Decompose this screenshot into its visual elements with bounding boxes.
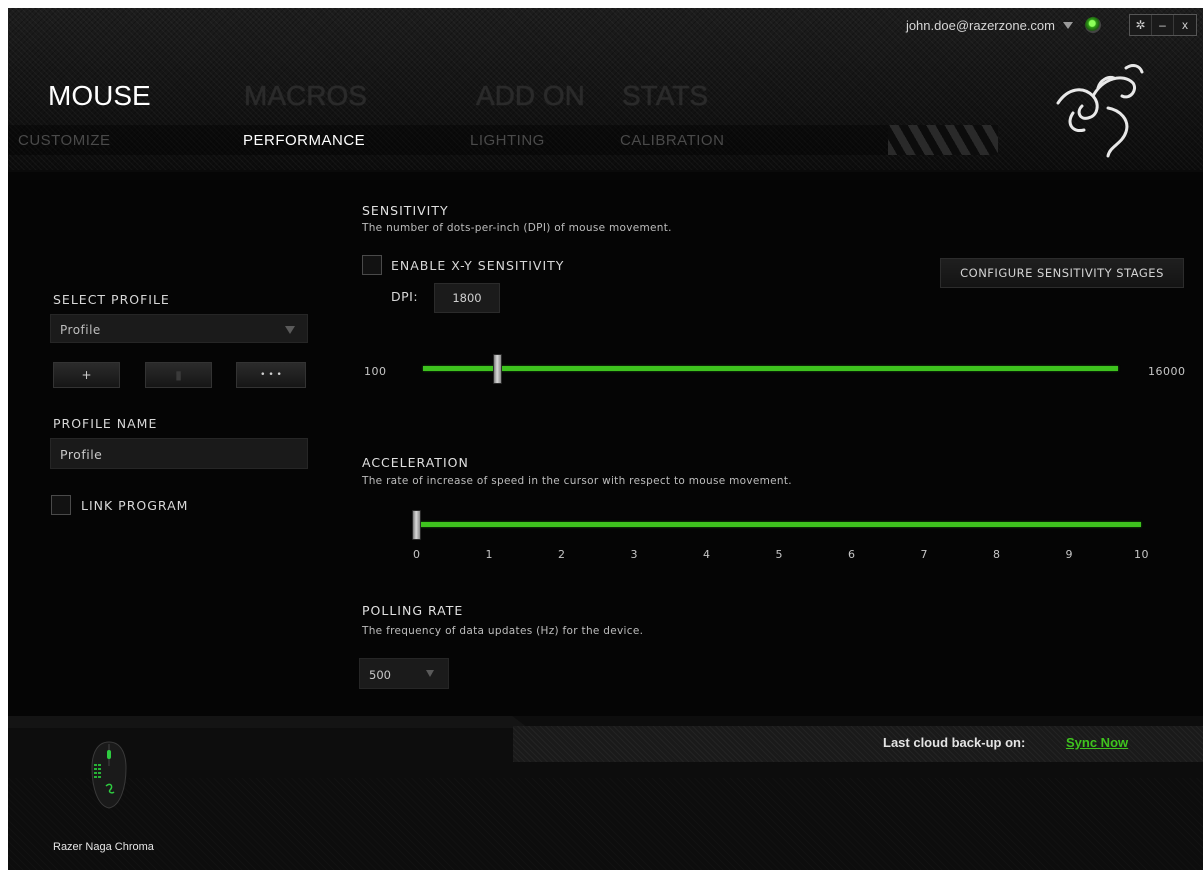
subtab-calibration[interactable]: CALIBRATION (620, 132, 724, 149)
delete-profile-button[interactable]: ▮ (145, 362, 212, 388)
sensitivity-slider-track[interactable] (423, 366, 1118, 371)
sync-now-link[interactable]: Sync Now (1066, 735, 1128, 750)
acceleration-tick-0: 0 (413, 548, 421, 561)
acceleration-slider-track[interactable] (416, 522, 1141, 527)
close-button[interactable]: x (1174, 15, 1196, 35)
online-status-icon (1085, 17, 1101, 33)
link-program-checkbox[interactable] (51, 495, 71, 515)
subtab-customize[interactable]: CUSTOMIZE (18, 132, 111, 149)
decorative-stripes (888, 125, 998, 155)
dpi-input[interactable]: 1800 (434, 283, 500, 313)
polling-rate-value: 500 (369, 668, 391, 682)
polling-rate-description: The frequency of data updates (Hz) for t… (362, 625, 644, 637)
more-options-button[interactable]: • • • (236, 362, 306, 388)
razer-synapse-window: john.doe@razerzone.com ✲ – x MOUSE MACRO… (8, 8, 1203, 870)
sensitivity-min-label: 100 (364, 365, 387, 378)
profile-select[interactable]: Profile (50, 314, 308, 343)
link-program-label: LINK PROGRAM (81, 498, 189, 513)
configure-sensitivity-stages-button[interactable]: CONFIGURE SENSITIVITY STAGES (940, 258, 1184, 288)
razer-logo-icon (1056, 63, 1144, 158)
profile-name-field[interactable]: Profile (50, 438, 308, 469)
tab-stats[interactable]: STATS (622, 80, 708, 112)
subtab-lighting[interactable]: LIGHTING (470, 132, 545, 149)
acceleration-tick-5: 5 (775, 548, 783, 561)
minimize-button[interactable]: – (1152, 15, 1174, 35)
profile-select-value: Profile (60, 323, 101, 337)
device-name: Razer Naga Chroma (53, 841, 154, 853)
chevron-down-icon (285, 326, 295, 334)
acceleration-slider-thumb[interactable] (412, 510, 421, 540)
sensitivity-description: The number of dots-per-inch (DPI) of mou… (362, 222, 672, 234)
acceleration-tick-9: 9 (1065, 548, 1073, 561)
acceleration-title: ACCELERATION (362, 455, 469, 470)
sub-tabs: CUSTOMIZE PERFORMANCE LIGHTING CALIBRATI… (8, 125, 928, 155)
sensitivity-title: SENSITIVITY (362, 203, 449, 218)
tab-macros[interactable]: MACROS (244, 80, 476, 112)
acceleration-tick-3: 3 (630, 548, 638, 561)
acceleration-tick-6: 6 (848, 548, 856, 561)
acceleration-description: The rate of increase of speed in the cur… (362, 475, 792, 487)
sensitivity-slider-thumb[interactable] (493, 354, 503, 384)
tab-add-on[interactable]: ADD ON (476, 80, 622, 112)
enable-xy-checkbox[interactable] (362, 255, 382, 275)
tab-mouse[interactable]: MOUSE (48, 80, 244, 112)
acceleration-tick-1: 1 (485, 548, 493, 561)
subtab-performance[interactable]: PERFORMANCE (243, 132, 365, 149)
main-tabs: MOUSE MACROS ADD ON STATS (48, 80, 708, 112)
acceleration-tick-7: 7 (920, 548, 928, 561)
polling-rate-title: POLLING RATE (362, 603, 464, 618)
account-email[interactable]: john.doe@razerzone.com (906, 18, 1055, 33)
dpi-label: DPI: (391, 289, 419, 304)
acceleration-tick-2: 2 (558, 548, 566, 561)
title-bar-controls: john.doe@razerzone.com ✲ – x (906, 14, 1197, 36)
acceleration-tick-4: 4 (703, 548, 711, 561)
polling-rate-select[interactable]: 500 (359, 658, 449, 689)
select-profile-label: SELECT PROFILE (53, 292, 170, 307)
acceleration-tick-10: 10 (1134, 548, 1149, 561)
chevron-down-icon (426, 670, 434, 677)
window-controls: ✲ – x (1129, 14, 1197, 36)
add-profile-button[interactable]: + (53, 362, 120, 388)
profile-name-label: PROFILE NAME (53, 416, 158, 431)
cloud-backup-label: Last cloud back-up on: (883, 735, 1026, 750)
enable-xy-label: ENABLE X-Y SENSITIVITY (391, 258, 565, 273)
account-dropdown-icon[interactable] (1063, 21, 1073, 29)
acceleration-tick-8: 8 (993, 548, 1001, 561)
settings-button[interactable]: ✲ (1130, 15, 1152, 35)
sensitivity-max-label: 16000 (1148, 365, 1186, 378)
mouse-device-icon[interactable] (88, 740, 130, 810)
